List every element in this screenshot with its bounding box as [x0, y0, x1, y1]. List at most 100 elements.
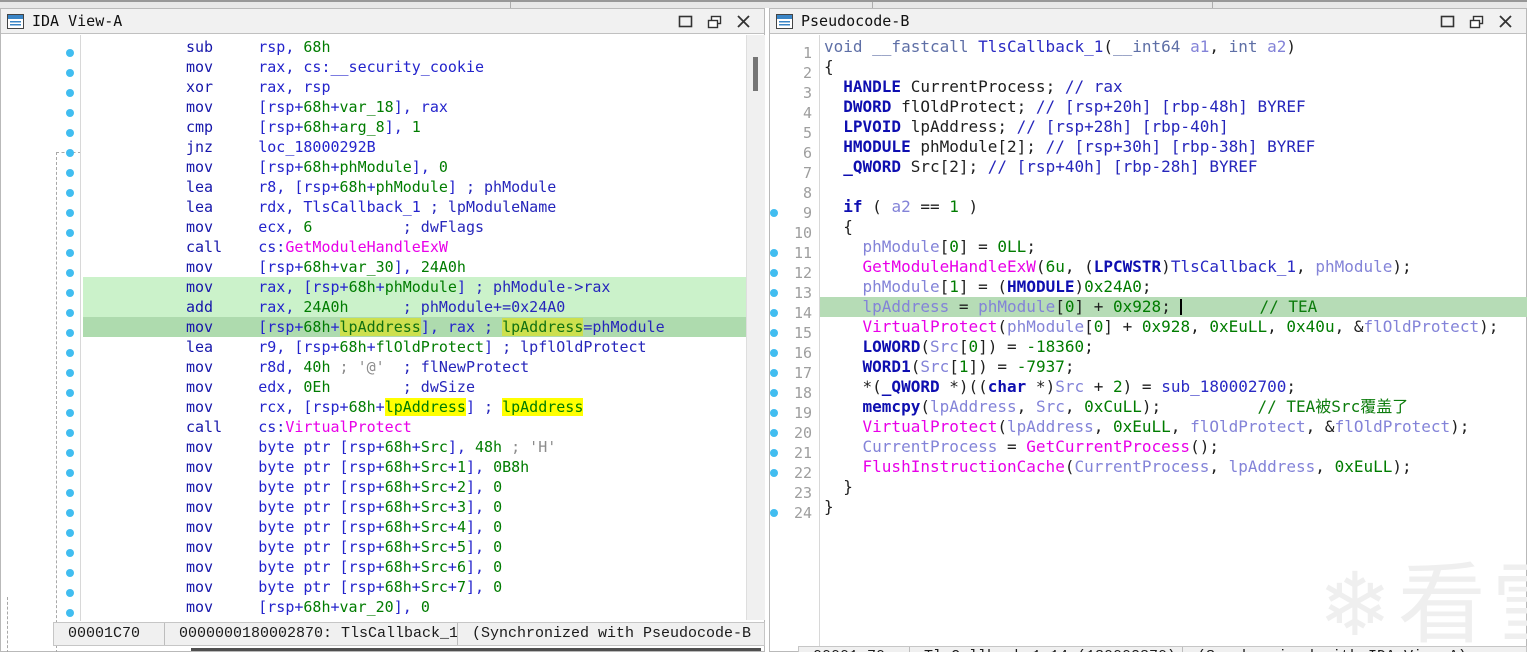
- line-dot[interactable]: [770, 389, 778, 397]
- asm-line[interactable]: mov byte ptr [rsp+68h+Src+7], 0: [83, 577, 746, 597]
- pseudocode-line[interactable]: if ( a2 == 1 ): [820, 197, 1527, 217]
- line-dot[interactable]: [66, 409, 74, 417]
- pseudocode-line[interactable]: *(_QWORD *)((char *)Src + 2) = sub_18000…: [820, 377, 1527, 397]
- line-dot[interactable]: [770, 449, 778, 457]
- line-dot[interactable]: [770, 329, 778, 337]
- asm-line[interactable]: mov byte ptr [rsp+68h+Src+6], 0: [83, 557, 746, 577]
- pseudocode-line[interactable]: GetModuleHandleExW(6u, (LPCWSTR)TlsCallb…: [820, 257, 1527, 277]
- line-dot[interactable]: [66, 229, 74, 237]
- asm-line[interactable]: xor rax, rsp: [83, 77, 746, 97]
- asm-line[interactable]: mov [rsp+68h+var_18], rax: [83, 97, 746, 117]
- maximize-button[interactable]: [677, 14, 694, 29]
- pseudocode-b-titlebar[interactable]: Pseudocode-B: [770, 9, 1526, 34]
- line-dot[interactable]: [66, 149, 74, 157]
- asm-line[interactable]: sub rsp, 68h: [83, 37, 746, 57]
- asm-line[interactable]: mov byte ptr [rsp+68h+Src+2], 0: [83, 477, 746, 497]
- asm-line[interactable]: mov rax, cs:__security_cookie: [83, 57, 746, 77]
- line-dot[interactable]: [66, 109, 74, 117]
- line-dot[interactable]: [66, 169, 74, 177]
- asm-line[interactable]: mov byte ptr [rsp+68h+Src+5], 0: [83, 537, 746, 557]
- pseudocode-line[interactable]: }: [820, 477, 1527, 497]
- pseudocode-line[interactable]: lpAddress = phModule[0] + 0x928; // TEA: [820, 297, 1527, 317]
- pseudocode-line[interactable]: LPVOID lpAddress; // [rsp+28h] [rbp-40h]: [820, 117, 1527, 137]
- line-dot[interactable]: [770, 429, 778, 437]
- asm-line[interactable]: mov ecx, 6 ; dwFlags: [83, 217, 746, 237]
- pseudocode-line[interactable]: WORD1(Src[1]) = -7937;: [820, 357, 1527, 377]
- pseudocode-line[interactable]: {: [820, 217, 1527, 237]
- asm-line[interactable]: mov rcx, [rsp+68h+lpAddress] ; lpAddress: [83, 397, 746, 417]
- pseudocode-line[interactable]: {: [820, 57, 1527, 77]
- line-dot[interactable]: [66, 369, 74, 377]
- asm-line[interactable]: mov edx, 0Eh ; dwSize: [83, 377, 746, 397]
- asm-line[interactable]: jnz loc_18000292B: [83, 137, 746, 157]
- asm-line[interactable]: mov byte ptr [rsp+68h+Src+4], 0: [83, 517, 746, 537]
- pseudocode-line[interactable]: phModule[1] = (HMODULE)0x24A0;: [820, 277, 1527, 297]
- line-dot[interactable]: [66, 309, 74, 317]
- asm-line[interactable]: mov r8d, 40h ; '@' ; flNewProtect: [83, 357, 746, 377]
- line-dot[interactable]: [66, 589, 74, 597]
- vertical-scrollbar[interactable]: [746, 35, 765, 620]
- scrollbar-thumb[interactable]: [753, 57, 758, 91]
- ida-view-a-titlebar[interactable]: IDA View-A: [1, 9, 764, 34]
- asm-line[interactable]: mov [rsp+68h+lpAddress], rax ; lpAddress…: [83, 317, 746, 337]
- asm-line[interactable]: call cs:VirtualProtect: [83, 417, 746, 437]
- asm-line[interactable]: cmp [rsp+68h+arg_8], 1: [83, 117, 746, 137]
- float-button[interactable]: [706, 14, 723, 29]
- pseudocode-line[interactable]: DWORD flOldProtect; // [rsp+20h] [rbp-48…: [820, 97, 1527, 117]
- pseudocode-line[interactable]: memcpy(lpAddress, Src, 0xCuLL); // TEA被S…: [820, 397, 1527, 417]
- line-dot[interactable]: [66, 209, 74, 217]
- asm-line[interactable]: lea r9, [rsp+68h+flOldProtect] ; lpflOld…: [83, 337, 746, 357]
- asm-line[interactable]: lea r8, [rsp+68h+phModule] ; phModule: [83, 177, 746, 197]
- line-dot[interactable]: [770, 269, 778, 277]
- line-dot[interactable]: [66, 69, 74, 77]
- maximize-button[interactable]: [1439, 14, 1456, 29]
- line-dot[interactable]: [66, 269, 74, 277]
- asm-line[interactable]: mov rax, [rsp+68h+phModule] ; phModule->…: [83, 277, 746, 297]
- pseudocode-line[interactable]: [820, 177, 1527, 197]
- line-dot[interactable]: [66, 189, 74, 197]
- pseudocode-line[interactable]: _QWORD Src[2]; // [rsp+40h] [rbp-28h] BY…: [820, 157, 1527, 177]
- asm-line[interactable]: mov byte ptr [rsp+68h+Src], 48h ; 'H': [83, 437, 746, 457]
- pseudocode-line[interactable]: HMODULE phModule[2]; // [rsp+30h] [rbp-3…: [820, 137, 1527, 157]
- close-icon[interactable]: [735, 14, 752, 29]
- asm-line[interactable]: mov [rsp+68h+var_20], 0: [83, 597, 746, 617]
- close-icon[interactable]: [1497, 14, 1514, 29]
- pseudocode-line[interactable]: CurrentProcess = GetCurrentProcess();: [820, 437, 1527, 457]
- pseudocode-line[interactable]: HANDLE CurrentProcess; // rax: [820, 77, 1527, 97]
- line-dot[interactable]: [66, 449, 74, 457]
- line-dot[interactable]: [66, 549, 74, 557]
- line-dot[interactable]: [770, 509, 778, 517]
- line-dot[interactable]: [770, 469, 778, 477]
- horizontal-scrollbar-thumb[interactable]: [191, 648, 761, 651]
- line-dot[interactable]: [66, 249, 74, 257]
- line-dot[interactable]: [770, 409, 778, 417]
- float-button[interactable]: [1468, 14, 1485, 29]
- line-dot[interactable]: [770, 369, 778, 377]
- asm-line[interactable]: mov byte ptr [rsp+68h+Src+3], 0: [83, 497, 746, 517]
- line-dot[interactable]: [66, 289, 74, 297]
- asm-line[interactable]: mov byte ptr [rsp+68h+Src+1], 0B8h: [83, 457, 746, 477]
- asm-line[interactable]: add rax, 24A0h ; phModule+=0x24A0: [83, 297, 746, 317]
- pseudocode-line[interactable]: VirtualProtect(lpAddress, 0xEuLL, flOldP…: [820, 417, 1527, 437]
- asm-line[interactable]: mov [rsp+68h+phModule], 0: [83, 157, 746, 177]
- pseudocode-line[interactable]: void __fastcall TlsCallback_1(__int64 a1…: [820, 37, 1527, 57]
- line-dot[interactable]: [66, 569, 74, 577]
- pseudocode-line[interactable]: }: [820, 497, 1527, 517]
- line-dot[interactable]: [66, 49, 74, 57]
- line-dot[interactable]: [66, 509, 74, 517]
- line-dot[interactable]: [770, 289, 778, 297]
- pseudocode-line[interactable]: LOWORD(Src[0]) = -18360;: [820, 337, 1527, 357]
- pseudocode-line[interactable]: VirtualProtect(phModule[0] + 0x928, 0xEu…: [820, 317, 1527, 337]
- line-dot[interactable]: [66, 429, 74, 437]
- asm-line[interactable]: mov [rsp+68h+var_30], 24A0h: [83, 257, 746, 277]
- line-dot[interactable]: [66, 529, 74, 537]
- line-dot[interactable]: [66, 469, 74, 477]
- asm-line[interactable]: call cs:GetModuleHandleExW: [83, 237, 746, 257]
- line-dot[interactable]: [66, 329, 74, 337]
- line-dot[interactable]: [770, 349, 778, 357]
- pseudocode-line[interactable]: FlushInstructionCache(CurrentProcess, lp…: [820, 457, 1527, 477]
- line-dot[interactable]: [66, 389, 74, 397]
- line-dot[interactable]: [770, 249, 778, 257]
- line-dot[interactable]: [66, 349, 74, 357]
- line-dot[interactable]: [770, 309, 778, 317]
